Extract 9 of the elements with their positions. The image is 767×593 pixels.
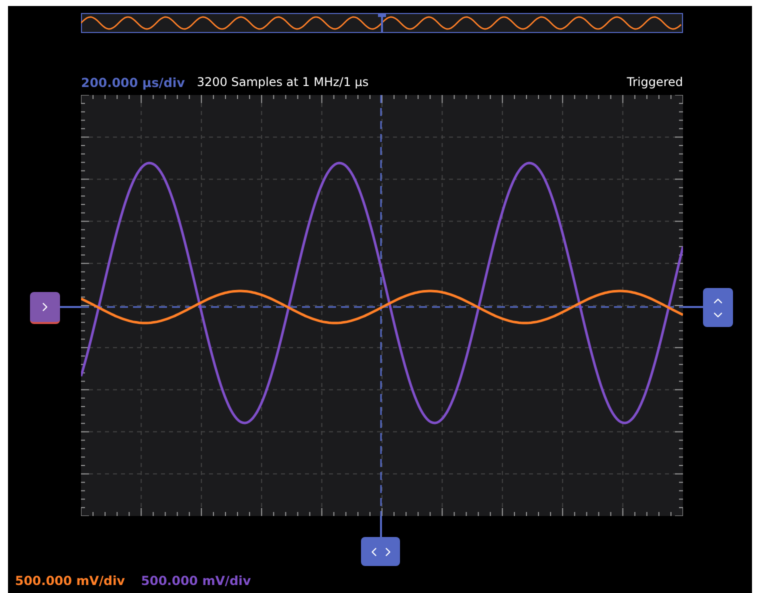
channel-offset-handle[interactable] <box>30 292 60 324</box>
samples-label: 3200 Samples at 1 MHz/1 µs <box>196 75 369 89</box>
channel-scale: 500.000 mV/div <box>140 573 251 588</box>
overview-strip[interactable] <box>81 13 683 33</box>
timebase-label: 200.000 µs/div <box>81 74 185 90</box>
trigger-level-handle[interactable] <box>703 288 733 327</box>
channel-scale: 500.000 mV/div <box>15 573 125 588</box>
trigger-status: Triggered <box>626 75 683 89</box>
trigger-position-handle[interactable] <box>361 537 400 566</box>
